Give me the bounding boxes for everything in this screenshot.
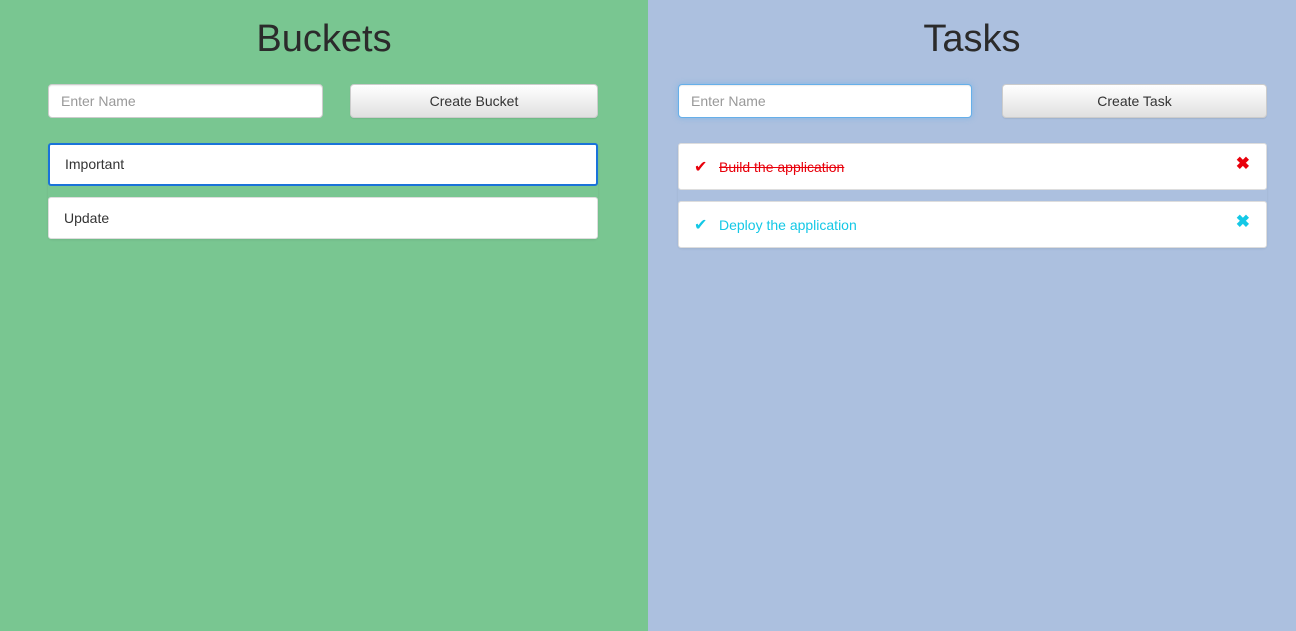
- create-task-button[interactable]: Create Task: [1002, 84, 1267, 118]
- buckets-panel: Buckets Create Bucket Important Update: [0, 0, 648, 631]
- task-label: Deploy the application: [719, 217, 857, 233]
- bucket-name-input[interactable]: [48, 84, 323, 118]
- task-name-input[interactable]: [678, 84, 972, 118]
- bucket-item-label: Important: [65, 156, 125, 172]
- buckets-title: Buckets: [256, 18, 392, 60]
- checkmark-icon[interactable]: ✔: [694, 202, 712, 249]
- tasks-title: Tasks: [923, 18, 1021, 60]
- task-list: ✔ Build the application ✖ ✔ Deploy the app…: [678, 143, 1267, 248]
- bucket-item-label: Update: [64, 210, 110, 226]
- task-label: Build the application: [719, 159, 845, 175]
- bucket-item-update[interactable]: Update: [48, 197, 598, 239]
- bucket-list: Important Update: [48, 143, 598, 239]
- close-icon[interactable]: ✖: [1236, 212, 1250, 232]
- close-icon[interactable]: ✖: [1236, 154, 1250, 174]
- task-item[interactable]: ✔ Deploy the application ✖: [678, 201, 1267, 248]
- checkmark-icon[interactable]: ✔: [694, 144, 712, 191]
- bucket-item-important[interactable]: Important: [48, 143, 598, 186]
- create-bucket-button[interactable]: Create Bucket: [350, 84, 598, 118]
- task-item[interactable]: ✔ Build the application ✖: [678, 143, 1267, 190]
